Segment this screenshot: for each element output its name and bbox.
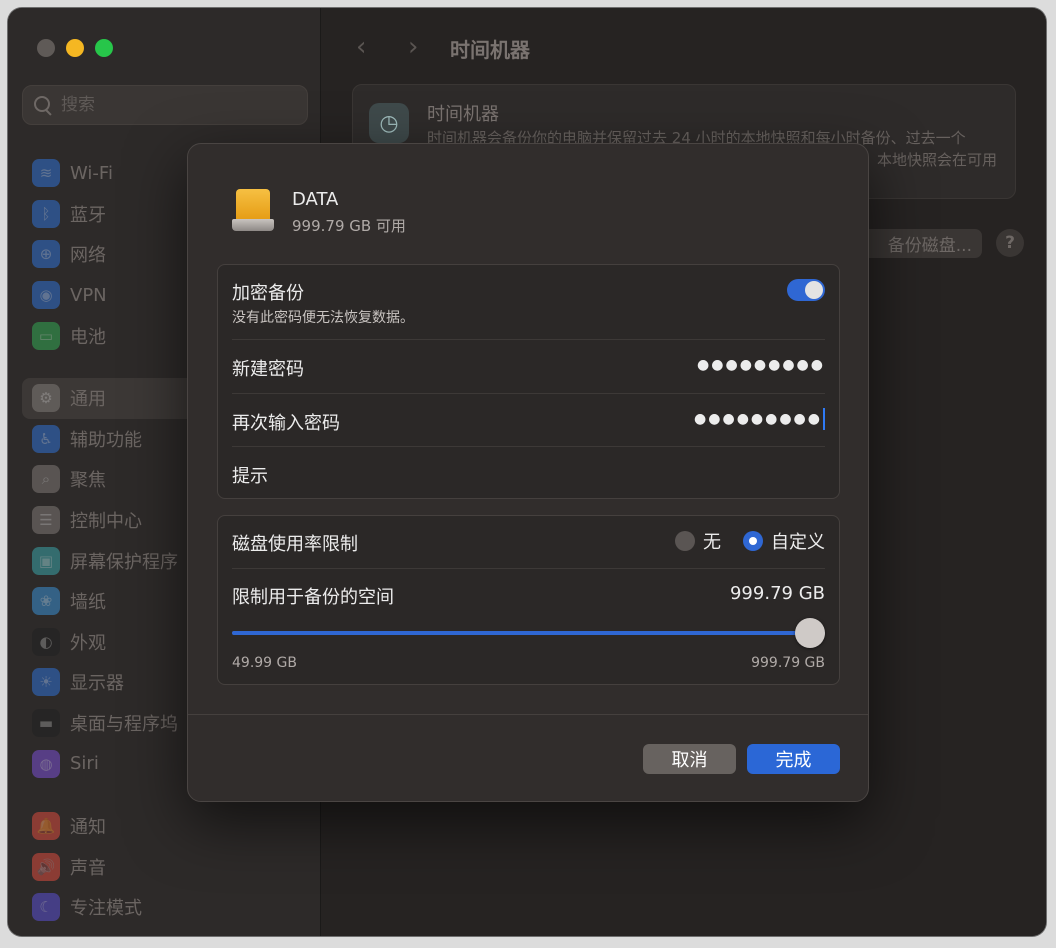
sidebar-item-label: 墙纸 <box>70 592 106 614</box>
sidebar-item-label: 屏幕保护程序 <box>70 551 178 573</box>
backup-space-label: 限制用于备份的空间 <box>232 587 394 608</box>
confirm-password-field[interactable]: ●●●●●●●●● <box>694 408 825 430</box>
slider-fill <box>232 631 825 635</box>
bluetooth-icon: ᛒ <box>32 199 60 228</box>
back-chevron-icon[interactable]: ‹ <box>356 34 366 60</box>
sidebar-item-label: 桌面与程序坞 <box>70 714 178 736</box>
confirm-password-row: 再次输入密码 ●●●●●●●●● <box>232 394 825 447</box>
backup-space-row: 限制用于备份的空间 999.79 GB 49.99 GB 999.79 GB <box>232 569 825 686</box>
control-center-icon: ☰ <box>32 506 60 535</box>
network-icon: ⊕ <box>32 240 60 269</box>
text-caret <box>823 408 825 430</box>
sidebar-item-label: 网络 <box>70 245 106 267</box>
sidebar-item-label: 聚焦 <box>70 470 106 492</box>
vpn-icon: ◉ <box>32 281 60 310</box>
card-title: 时间机器 <box>427 104 499 125</box>
sidebar-item[interactable]: 🔊 声音 <box>22 847 312 888</box>
sound-icon: 🔊 <box>32 852 60 881</box>
forward-chevron-icon[interactable]: › <box>408 34 418 60</box>
disk-limit-row: 磁盘使用率限制 无 自定义 <box>232 516 825 569</box>
accessibility-icon: ♿ <box>32 424 60 453</box>
hint-label: 提示 <box>232 466 268 487</box>
notifications-icon: 🔔 <box>32 812 60 841</box>
sidebar-item-label: 辅助功能 <box>70 429 142 451</box>
sidebar-item-label: 通用 <box>70 389 106 411</box>
search-input[interactable] <box>61 95 281 115</box>
minimize-window-button[interactable] <box>66 39 84 57</box>
search-icon <box>33 95 53 115</box>
backup-space-slider[interactable] <box>232 618 825 648</box>
encrypt-backup-sublabel: 没有此密码便无法恢复数据。 <box>232 310 414 326</box>
wifi-icon: ≋ <box>32 159 60 188</box>
slider-max-label: 999.79 GB <box>751 655 825 671</box>
new-password-row: 新建密码 ●●●●●●●●● <box>232 340 825 394</box>
sidebar-item-label: 声音 <box>70 857 106 879</box>
encrypt-backup-toggle[interactable] <box>787 279 825 301</box>
help-button[interactable]: ? <box>996 229 1024 257</box>
sidebar-item-label: VPN <box>70 284 107 306</box>
battery-icon: ▭ <box>32 321 60 350</box>
focus-icon: ☾ <box>32 893 60 922</box>
toggle-knob <box>805 281 823 299</box>
sidebar-item[interactable]: ☾ 专注模式 <box>22 887 312 928</box>
siri-icon: ◍ <box>32 749 60 778</box>
search-box[interactable] <box>22 85 308 125</box>
slider-thumb[interactable] <box>795 618 825 648</box>
done-button[interactable]: 完成 <box>747 744 840 774</box>
sidebar-item-label: 蓝牙 <box>70 204 106 226</box>
close-window-button[interactable] <box>37 39 55 57</box>
radio-none-label[interactable]: 无 <box>703 528 721 554</box>
disk-icon-top <box>236 189 270 221</box>
window-controls <box>37 39 113 57</box>
cancel-button[interactable]: 取消 <box>643 744 736 774</box>
displays-icon: ☀ <box>32 668 60 697</box>
encrypt-backup-label: 加密备份 <box>232 283 304 304</box>
disk-limit-radio-group: 无 自定义 <box>675 528 825 554</box>
sidebar-item-label: 控制中心 <box>70 511 142 533</box>
zoom-window-button[interactable] <box>95 39 113 57</box>
hint-row[interactable]: 提示 <box>232 447 825 500</box>
sidebar-item-label: 外观 <box>70 632 106 654</box>
slider-min-label: 49.99 GB <box>232 655 297 671</box>
new-password-label: 新建密码 <box>232 359 304 380</box>
encrypt-backup-row: 加密备份 没有此密码便无法恢复数据。 <box>232 265 825 340</box>
radio-none[interactable] <box>675 531 695 551</box>
backup-disk-button[interactable]: 备份磁盘... <box>862 229 982 258</box>
spotlight-icon: ⌕ <box>32 465 60 494</box>
disk-limit-label: 磁盘使用率限制 <box>232 534 358 555</box>
sidebar-item-label: Siri <box>70 753 99 775</box>
wallpaper-icon: ❀ <box>32 587 60 616</box>
new-password-field[interactable]: ●●●●●●●●● <box>697 357 825 373</box>
radio-custom[interactable] <box>743 531 763 551</box>
disk-icon-base <box>232 219 274 231</box>
sidebar-item-label: 电池 <box>70 326 106 348</box>
dialog-divider <box>188 714 868 715</box>
sidebar-item-label: 显示器 <box>70 673 124 695</box>
radio-custom-label[interactable]: 自定义 <box>771 528 825 554</box>
encryption-group: 加密备份 没有此密码便无法恢复数据。 新建密码 ●●●●●●●●● 再次输入密码… <box>217 264 840 499</box>
encryption-dialog: DATA 999.79 GB 可用 加密备份 没有此密码便无法恢复数据。 新建密… <box>187 143 869 802</box>
disk-usage-group: 磁盘使用率限制 无 自定义 限制用于备份的空间 999.79 GB 49.99 … <box>217 515 840 685</box>
desktop-dock-icon: ▬ <box>32 709 60 738</box>
sidebar-item[interactable]: 🔔 通知 <box>22 806 312 847</box>
page-title: 时间机器 <box>450 38 530 62</box>
time-machine-icon: ◷ <box>369 103 409 143</box>
sidebar-item-label: Wi-Fi <box>70 162 113 184</box>
confirm-password-label: 再次输入密码 <box>232 413 340 434</box>
backup-space-value: 999.79 GB <box>729 583 825 604</box>
appearance-icon: ◐ <box>32 627 60 656</box>
sidebar-item-label: 专注模式 <box>70 898 142 920</box>
confirm-password-value: ●●●●●●●●● <box>694 411 822 427</box>
disk-name: DATA <box>292 189 339 210</box>
external-disk-icon <box>232 189 274 233</box>
screensaver-icon: ▣ <box>32 546 60 575</box>
general-icon: ⚙ <box>32 384 60 413</box>
sidebar-item-label: 通知 <box>70 817 106 839</box>
disk-free-space: 999.79 GB 可用 <box>292 217 406 235</box>
